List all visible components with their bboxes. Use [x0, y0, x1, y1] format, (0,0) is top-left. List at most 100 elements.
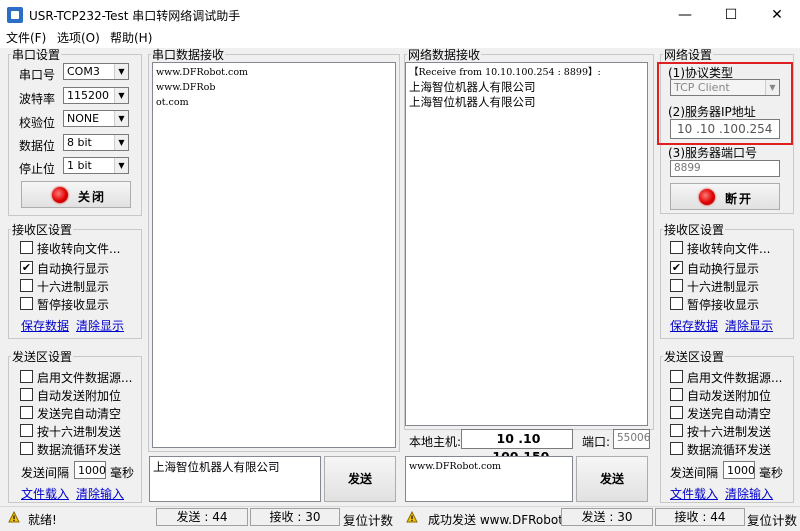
net-settings-legend: 网络设置: [664, 48, 713, 62]
parity-label: 校验位: [19, 116, 56, 130]
left-recv-to-file-checkbox[interactable]: [20, 241, 33, 254]
stopbits-label: 停止位: [19, 162, 56, 176]
serial-send-input[interactable]: 上海智位机器人有限公司: [149, 456, 321, 502]
server-port-input[interactable]: 8899: [670, 160, 780, 177]
left-loop-send-label: 数据流循环发送: [37, 443, 122, 457]
serial-recv-line: www.DFRobot.com: [156, 67, 249, 78]
local-host-ip[interactable]: 10 .10 .100.150: [461, 429, 573, 464]
left-pause-display-checkbox[interactable]: [20, 297, 33, 310]
right-auto-wrap-label: 自动换行显示: [687, 262, 760, 276]
right-auto-clear-label: 发送完自动清空: [687, 407, 772, 421]
net-send-input[interactable]: www.DFRobot.com: [405, 456, 573, 502]
serial-recv-line: www.DFRob: [156, 82, 216, 93]
stopbits-select[interactable]: 1 bit ▼: [63, 157, 129, 174]
right-file-source-label: 启用文件数据源...: [687, 371, 783, 385]
chevron-down-icon: ▼: [114, 135, 128, 150]
right-recv-to-file-checkbox[interactable]: [670, 241, 683, 254]
chevron-down-icon: ▼: [114, 88, 128, 103]
left-hex-send-label: 按十六进制发送: [37, 425, 122, 439]
serial-send-button[interactable]: 发送: [324, 456, 396, 502]
right-auto-wrap-checkbox[interactable]: ✔: [670, 261, 683, 274]
left-save-data-link[interactable]: 保存数据: [21, 317, 69, 334]
left-recv-to-file-label: 接收转向文件...: [37, 242, 121, 256]
port-select[interactable]: COM3 ▼: [63, 63, 129, 80]
serial-recv-textarea[interactable]: www.DFRobot.com www.DFRob ot.com: [152, 62, 396, 448]
net-recv-textarea[interactable]: 【Receive from 10.10.100.254 : 8899】: 上海智…: [405, 62, 648, 426]
right-send-settings-legend: 发送区设置: [664, 350, 725, 364]
baud-select[interactable]: 115200 ▼: [63, 87, 129, 104]
left-hex-display-checkbox[interactable]: [20, 279, 33, 292]
right-auto-append-label: 自动发送附加位: [687, 389, 772, 403]
left-auto-wrap-label: 自动换行显示: [37, 262, 110, 276]
net-send-button[interactable]: 发送: [576, 456, 648, 502]
net-recv-line: 上海智位机器人有限公司: [409, 95, 536, 109]
right-load-file-link[interactable]: 文件载入: [670, 485, 718, 502]
chevron-down-icon: ▼: [114, 111, 128, 126]
right-auto-append-checkbox[interactable]: [670, 388, 683, 401]
right-save-data-link[interactable]: 保存数据: [670, 317, 718, 334]
left-load-file-link[interactable]: 文件载入: [21, 485, 69, 502]
net-recv-line: 【Receive from 10.10.100.254 : 8899】:: [409, 67, 601, 78]
right-pause-display-label: 暂停接收显示: [687, 298, 760, 312]
menu-help[interactable]: 帮助(H): [110, 30, 152, 46]
server-port-label: (3)服务器端口号: [668, 146, 757, 160]
close-button[interactable]: ✕: [754, 0, 800, 30]
right-interval-unit: 毫秒: [759, 466, 784, 480]
local-port-input[interactable]: 55006: [613, 429, 650, 449]
right-clear-display-link[interactable]: 清除显示: [725, 317, 773, 334]
maximize-button[interactable]: ☐: [708, 0, 754, 30]
serial-recv-legend: 串口数据接收: [152, 48, 225, 62]
right-pause-display-checkbox[interactable]: [670, 297, 683, 310]
left-sent-count: 发送 : 44: [156, 508, 248, 526]
left-interval-input[interactable]: 1000: [74, 461, 106, 479]
right-file-source-checkbox[interactable]: [670, 370, 683, 383]
info-icon: [405, 510, 419, 524]
left-loop-send-checkbox[interactable]: [20, 442, 33, 455]
serial-toggle-button[interactable]: 关闭: [21, 181, 131, 208]
left-hex-display-label: 十六进制显示: [37, 280, 110, 294]
menu-options[interactable]: 选项(O): [57, 30, 100, 46]
left-auto-wrap-checkbox[interactable]: ✔: [20, 261, 33, 274]
databits-select[interactable]: 8 bit ▼: [63, 134, 129, 151]
right-recv-to-file-label: 接收转向文件...: [687, 242, 771, 256]
right-sent-count: 发送 : 30: [561, 508, 653, 526]
info-icon: [7, 510, 21, 524]
right-interval-input[interactable]: 1000: [723, 461, 755, 479]
status-led-icon: [52, 187, 68, 203]
left-auto-clear-checkbox[interactable]: [20, 406, 33, 419]
local-port-label: 端口:: [582, 435, 611, 449]
left-recv-count: 接收 : 30: [250, 508, 340, 526]
net-toggle-button[interactable]: 断开: [670, 183, 780, 210]
window-title: USR-TCP232-Test 串口转网络调试助手: [29, 9, 241, 23]
right-recv-settings-legend: 接收区设置: [664, 223, 725, 237]
right-hex-display-checkbox[interactable]: [670, 279, 683, 292]
right-loop-send-label: 数据流循环发送: [687, 443, 772, 457]
left-auto-append-checkbox[interactable]: [20, 388, 33, 401]
left-hex-send-checkbox[interactable]: [20, 424, 33, 437]
minimize-button[interactable]: —: [662, 0, 708, 30]
parity-select[interactable]: NONE ▼: [63, 110, 129, 127]
right-loop-send-checkbox[interactable]: [670, 442, 683, 455]
left-reset-count-button[interactable]: 复位计数: [343, 510, 393, 529]
app-icon: [7, 7, 23, 23]
left-file-source-label: 启用文件数据源...: [37, 371, 133, 385]
right-hex-send-label: 按十六进制发送: [687, 425, 772, 439]
menu-file[interactable]: 文件(F): [6, 30, 46, 46]
right-clear-input-link[interactable]: 清除输入: [725, 485, 773, 502]
left-recv-settings-legend: 接收区设置: [12, 223, 73, 237]
right-hex-send-checkbox[interactable]: [670, 424, 683, 437]
left-clear-display-link[interactable]: 清除显示: [76, 317, 124, 334]
server-ip-input[interactable]: 10 .10 .100.254: [670, 119, 780, 139]
left-clear-input-link[interactable]: 清除输入: [76, 485, 124, 502]
left-file-source-checkbox[interactable]: [20, 370, 33, 383]
serial-toggle-label: 关闭: [78, 190, 107, 204]
right-auto-clear-checkbox[interactable]: [670, 406, 683, 419]
left-pause-display-label: 暂停接收显示: [37, 298, 110, 312]
left-interval-unit: 毫秒: [110, 466, 135, 480]
chevron-down-icon: ▼: [765, 80, 779, 95]
protocol-select[interactable]: TCP Client ▼: [670, 79, 780, 96]
databits-label: 数据位: [19, 139, 56, 153]
status-led-icon: [699, 189, 715, 205]
right-reset-count-button[interactable]: 复位计数: [747, 510, 797, 529]
left-interval-label: 发送间隔: [21, 466, 70, 480]
